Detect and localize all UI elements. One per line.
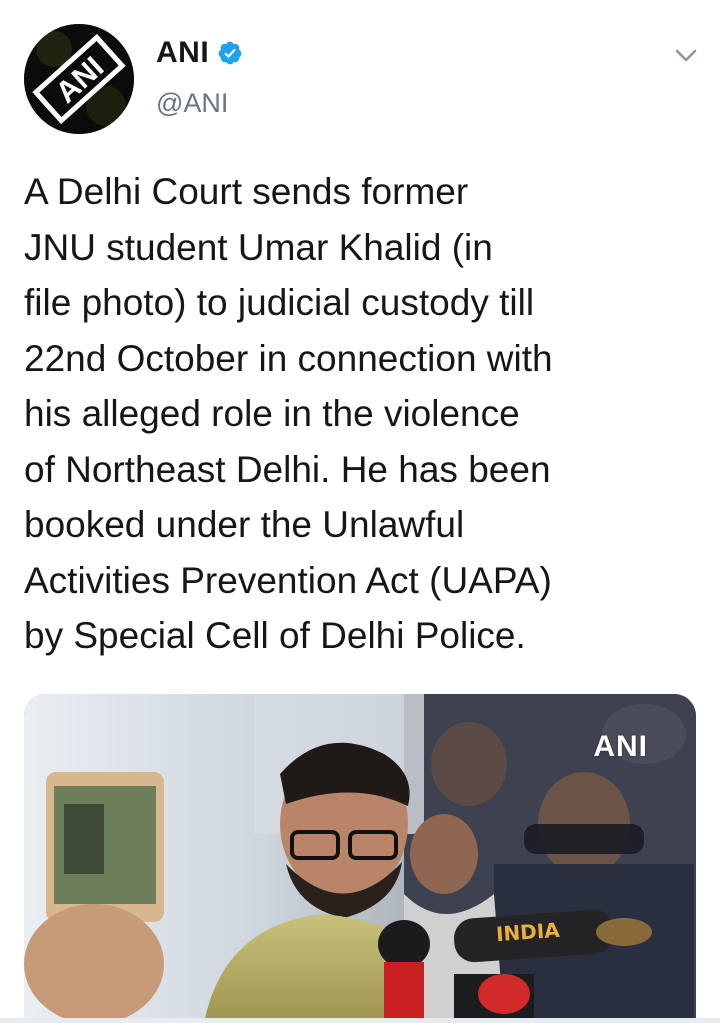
ani-logo: ANI <box>24 24 134 134</box>
mic-flag-label: INDIA <box>495 917 561 947</box>
tweet-menu-button[interactable] <box>670 40 702 72</box>
tweet-text-line: by Special Cell of Delhi Police. <box>24 615 526 656</box>
tweet-text-line: JNU student Umar Khalid (in <box>24 226 493 268</box>
verified-badge-icon <box>217 40 243 66</box>
display-name[interactable]: ANI <box>156 36 209 70</box>
tweet-text-line: file photo) to judicial custody till <box>24 282 535 323</box>
tweet-text-line: A Delhi Court sends former <box>24 171 469 212</box>
tweet-text-line: booked under the Unlawful <box>24 504 465 545</box>
tweet: ANI ANI @ANI A Delhi Court sends former … <box>0 0 720 1023</box>
avatar[interactable]: ANI <box>24 24 134 134</box>
tweet-media-photo[interactable]: ANI INDIA <box>24 694 696 1023</box>
tweet-text-line: 22nd October in connection with <box>24 337 553 379</box>
tweet-text-line: Activities Prevention Act (UAPA) <box>24 559 552 601</box>
tweet-text: A Delhi Court sends former JNU student U… <box>24 164 684 664</box>
media-watermark: ANI <box>593 730 648 763</box>
divider <box>0 1018 720 1023</box>
tweet-text-line: his alleged role in the violence <box>24 393 520 434</box>
chevron-down-icon <box>675 49 697 62</box>
name-row: ANI <box>156 36 243 70</box>
tweet-text-line: of Northeast Delhi. He has been <box>24 448 551 490</box>
account-handle[interactable]: @ANI <box>156 88 228 119</box>
